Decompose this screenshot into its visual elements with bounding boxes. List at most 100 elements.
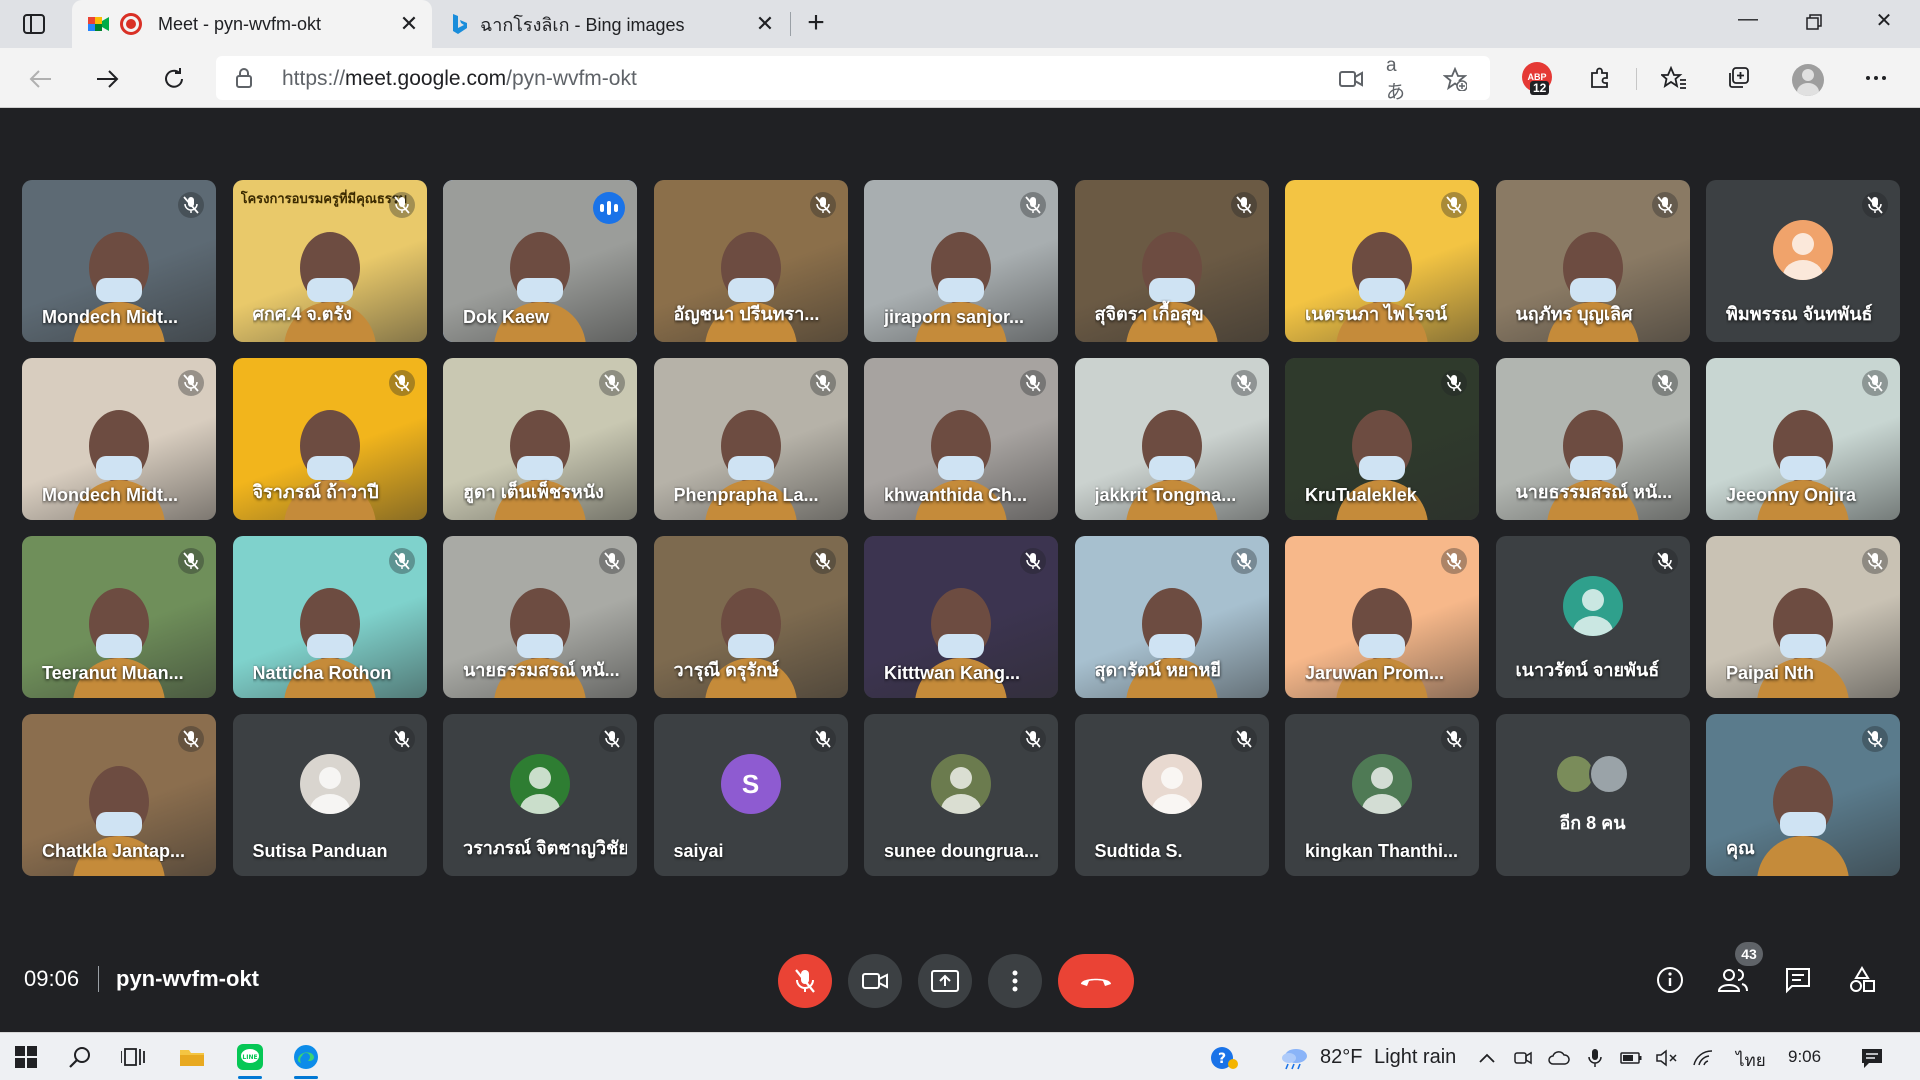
mic-off-icon <box>1020 192 1046 218</box>
leave-call-button[interactable] <box>1058 954 1134 1008</box>
volume-muted-icon[interactable] <box>1656 1047 1678 1069</box>
participant-tile[interactable]: ฮูดา เต็นเพ็ชรหนัง <box>443 358 637 520</box>
participant-tile[interactable]: เนาวรัตน์ จายพันธ์ <box>1495 536 1690 698</box>
more-vert-icon <box>1012 970 1018 992</box>
extensions-puzzle-icon[interactable] <box>1584 62 1616 94</box>
participant-tile[interactable]: Kitttwan Kang... <box>864 536 1058 698</box>
microphone-off-button[interactable] <box>778 954 832 1008</box>
participant-name: khwanthida Ch... <box>884 485 1028 505</box>
more-options-button[interactable] <box>988 954 1042 1008</box>
participant-tile[interactable]: สุจิตรา เกื้อสุข <box>1074 180 1269 342</box>
wifi-icon[interactable] <box>1692 1047 1714 1069</box>
mic-off-icon <box>178 726 204 752</box>
line-app-icon[interactable]: LINE <box>228 1039 272 1079</box>
self-video-tile[interactable]: คุณ <box>1706 714 1900 876</box>
meeting-code[interactable]: pyn-wvfm-okt <box>116 966 259 992</box>
input-language[interactable]: ไทย <box>1736 1047 1766 1074</box>
weather-rain-icon[interactable] <box>1280 1047 1310 1070</box>
file-explorer-icon[interactable] <box>170 1039 214 1075</box>
back-icon[interactable] <box>24 62 58 96</box>
participant-tile[interactable]: วารุณี ดรุรักษ์ <box>653 536 848 698</box>
new-tab-icon[interactable]: + <box>800 8 832 40</box>
collections-icon[interactable] <box>1722 62 1754 94</box>
address-bar[interactable]: https://meet.google.com/pyn-wvfm-okt aあ <box>216 55 1490 103</box>
participant-tile[interactable]: Mondech Midt... <box>22 180 216 342</box>
weather-description[interactable]: Light rain <box>1374 1046 1456 1069</box>
participant-name: Phenprapha La... <box>673 485 819 505</box>
meeting-details-button[interactable] <box>1650 960 1690 1000</box>
more-options-icon[interactable] <box>1860 62 1892 94</box>
profile-avatar[interactable] <box>1792 64 1824 96</box>
tab-actions-icon[interactable] <box>18 10 50 38</box>
mic-off-icon <box>1441 726 1467 752</box>
camera-icon <box>862 973 888 989</box>
chat-button[interactable] <box>1778 960 1818 1000</box>
participant-tile[interactable]: khwanthida Ch... <box>864 358 1058 520</box>
participant-tile[interactable]: Dok Kaew <box>443 180 637 342</box>
meet-now-icon[interactable] <box>1512 1047 1534 1069</box>
people-button[interactable] <box>1713 960 1753 1000</box>
participant-tile[interactable]: Mondech Midt... <box>22 358 216 520</box>
restore-icon[interactable] <box>1790 8 1838 40</box>
edge-browser-icon[interactable] <box>284 1039 328 1079</box>
face-mask <box>1359 456 1405 480</box>
read-aloud-icon[interactable]: aあ <box>1386 55 1412 103</box>
participant-tile[interactable]: สุดารัตน์ หยาหยี <box>1074 536 1269 698</box>
participant-tile[interactable]: Paipai Nth <box>1706 536 1900 698</box>
participant-tile[interactable]: พิมพรรณ จันทพันธ์ <box>1706 180 1900 342</box>
search-icon[interactable] <box>58 1039 102 1075</box>
participant-tile[interactable]: KruTualeklek <box>1285 358 1479 520</box>
activities-button[interactable] <box>1842 960 1882 1000</box>
microphone-icon[interactable] <box>1584 1047 1606 1069</box>
tab-bing-images[interactable]: ฉากโรงลิเก - Bing images ✕ <box>436 0 788 48</box>
chevron-up-icon[interactable] <box>1476 1047 1498 1069</box>
participant-tile[interactable]: jiraporn sanjor... <box>864 180 1058 342</box>
weather-temperature[interactable]: 82°F <box>1320 1046 1362 1069</box>
participant-tile[interactable]: วราภรณ์ จิตชาญวิชัย <box>443 714 637 876</box>
participant-tile[interactable]: นายธรรมสรณ์ หนั... <box>1495 358 1690 520</box>
close-window-icon[interactable]: ✕ <box>1860 8 1908 40</box>
participant-tile[interactable]: Natticha Rothon <box>232 536 427 698</box>
close-tab-icon[interactable]: ✕ <box>394 11 424 37</box>
notifications-icon[interactable] <box>1858 1047 1886 1069</box>
present-screen-button[interactable] <box>918 954 972 1008</box>
participant-tile[interactable]: จิราภรณ์ ถ้าวาปี <box>232 358 427 520</box>
participant-tile[interactable]: Phenprapha La... <box>653 358 848 520</box>
participant-tile[interactable]: เนตรนภา ไพโรจน์ <box>1285 180 1479 342</box>
participant-tile[interactable]: โครงการอบรมครูที่มีคุณธรรม ศกศ.4 จ.ตรัง <box>232 180 427 342</box>
participant-name: นายธรรมสรณ์ หนั... <box>1515 482 1673 502</box>
participant-tile[interactable]: Teeranut Muan... <box>22 536 216 698</box>
participant-tile[interactable]: kingkan Thanthi... <box>1285 714 1479 876</box>
add-favorite-icon[interactable] <box>1442 66 1468 92</box>
favorites-icon[interactable] <box>1658 62 1690 94</box>
system-clock[interactable]: 9:06 <box>1788 1047 1821 1067</box>
participant-tile[interactable]: Chatkla Jantap... <box>22 714 216 876</box>
participant-tile[interactable]: sunee doungrua... <box>864 714 1058 876</box>
participant-name: Jaruwan Prom... <box>1305 663 1445 683</box>
start-icon[interactable] <box>4 1039 48 1075</box>
forward-icon[interactable] <box>90 62 124 96</box>
participant-avatar <box>931 754 991 814</box>
participant-tile[interactable]: นฤภัทร บุญเลิศ <box>1495 180 1690 342</box>
more-participants-tile[interactable]: อีก 8 คน <box>1495 714 1690 876</box>
close-tab-icon[interactable]: ✕ <box>750 11 780 37</box>
participant-tile[interactable]: Jeeonny Onjira <box>1706 358 1900 520</box>
minimize-icon[interactable]: — <box>1724 8 1772 40</box>
onedrive-icon[interactable] <box>1548 1047 1570 1069</box>
lock-icon[interactable] <box>236 68 252 93</box>
participant-tile[interactable]: Ssaiyai <box>653 714 848 876</box>
participant-tile[interactable]: Sudtida S. <box>1074 714 1269 876</box>
help-icon[interactable]: ? <box>1210 1047 1240 1069</box>
participant-tile[interactable]: jakkrit Tongma... <box>1074 358 1269 520</box>
task-view-icon[interactable] <box>112 1039 156 1075</box>
participant-tile[interactable]: Jaruwan Prom... <box>1285 536 1479 698</box>
participant-tile[interactable]: อัญชนา ปรีนทรา... <box>653 180 848 342</box>
camera-button[interactable] <box>848 954 902 1008</box>
tab-meet[interactable]: Meet - pyn-wvfm-okt ✕ <box>72 0 432 48</box>
camera-in-use-icon[interactable] <box>1338 66 1364 92</box>
participant-tile[interactable]: Sutisa Panduan <box>232 714 427 876</box>
participant-tile[interactable]: นายธรรมสรณ์ หนั... <box>443 536 637 698</box>
refresh-icon[interactable] <box>157 62 191 96</box>
battery-icon[interactable] <box>1620 1047 1642 1069</box>
chat-icon <box>1786 968 1810 994</box>
